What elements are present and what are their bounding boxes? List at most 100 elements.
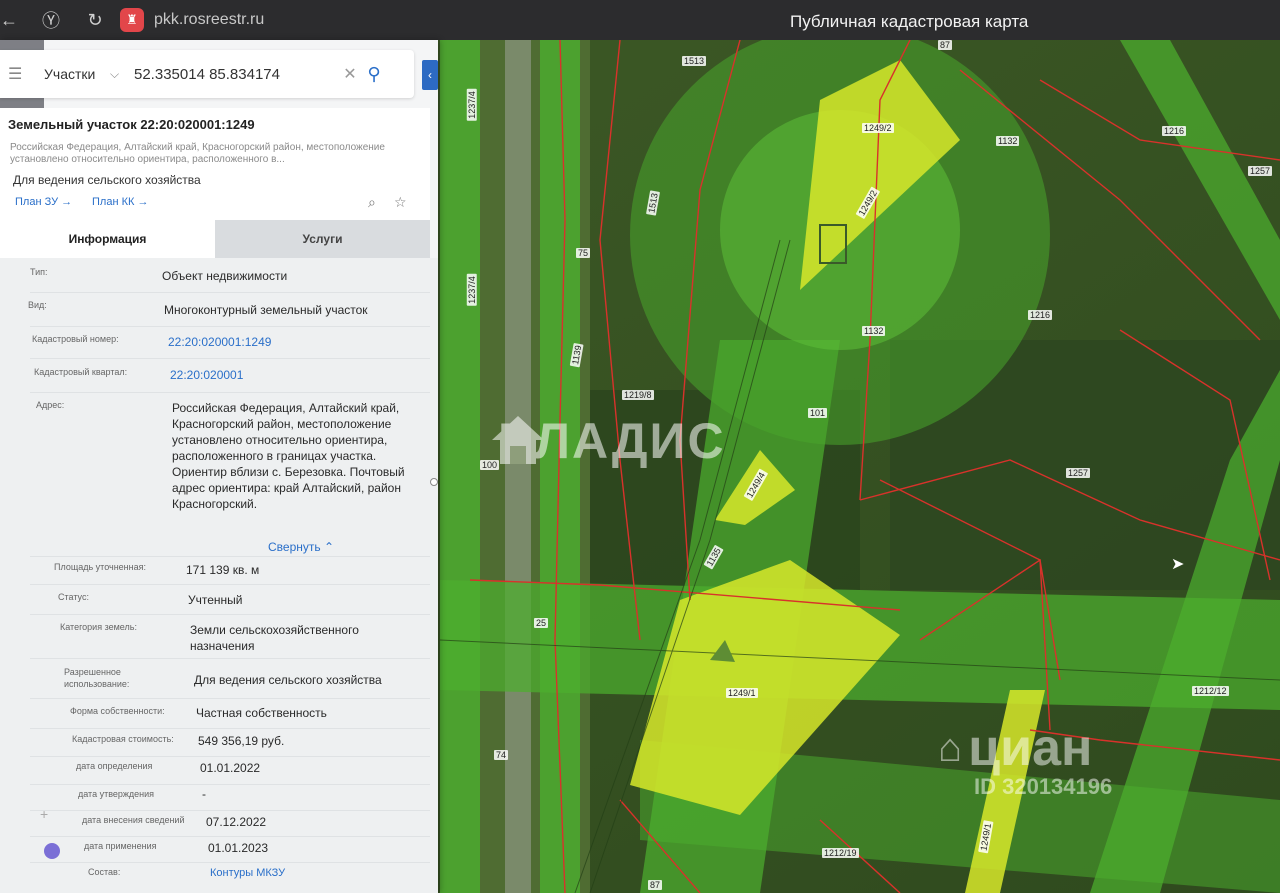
info-label: Площадь уточненная: bbox=[54, 562, 146, 572]
plus-icon[interactable]: + bbox=[40, 806, 48, 822]
info-label: дата внесения сведений bbox=[82, 815, 185, 825]
map-label: 1212/12 bbox=[1192, 686, 1229, 696]
arrow-left-icon[interactable]: ← bbox=[0, 5, 18, 35]
collapse-address-link[interactable]: Свернуть ⌃ bbox=[268, 540, 334, 554]
row-divider bbox=[30, 862, 430, 863]
row-divider bbox=[30, 358, 430, 359]
info-value: 01.01.2023 bbox=[208, 841, 269, 855]
search-type-select[interactable]: Участки bbox=[44, 66, 110, 82]
row-divider bbox=[30, 810, 430, 811]
info-label: Вид: bbox=[28, 300, 47, 310]
row-divider bbox=[30, 698, 430, 699]
info-label: Тип: bbox=[30, 267, 48, 277]
info-label: дата утверждения bbox=[78, 789, 155, 799]
parcel-corridor bbox=[440, 40, 480, 893]
row-divider bbox=[30, 292, 430, 293]
parcel-address-short: Российская Федерация, Алтайский край, Кр… bbox=[10, 142, 385, 165]
info-label: дата определения bbox=[76, 761, 153, 771]
search-bar: ☰ Участки ⌵ ✕ ⚲ bbox=[0, 50, 414, 98]
collapse-panel-button[interactable]: ‹ bbox=[422, 60, 438, 90]
menu-icon[interactable]: ☰ bbox=[8, 64, 26, 84]
reload-icon[interactable]: ↻ bbox=[80, 5, 110, 35]
info-value: Объект недвижимости bbox=[162, 269, 288, 283]
map-label: 1257 bbox=[1248, 166, 1273, 176]
row-divider bbox=[30, 584, 430, 585]
info-label: Кадастровый номер: bbox=[32, 334, 119, 344]
browser-toolbar: ← Ⓨ ↻ ♜ pkk.rosreestr.ru Публичная кадас… bbox=[0, 0, 1280, 40]
scroll-handle[interactable] bbox=[430, 478, 438, 486]
map-label: 1216 bbox=[1162, 126, 1187, 136]
map-label: 1513 bbox=[682, 56, 707, 66]
tab-info[interactable]: Информация bbox=[0, 220, 215, 258]
map-label: 75 bbox=[576, 248, 591, 258]
map-label: 1249/1 bbox=[726, 688, 758, 698]
map-label: 1132 bbox=[862, 326, 886, 336]
rosreestr-site-icon: ♜ bbox=[120, 8, 144, 32]
page-title: Публичная кадастровая карта bbox=[790, 12, 1029, 31]
map-label: 1249/2 bbox=[862, 123, 894, 133]
cian-logo-icon: ⌂ bbox=[938, 725, 963, 770]
cadastral-quarter-link[interactable]: 22:20:020001 bbox=[170, 367, 243, 383]
row-divider bbox=[30, 392, 430, 393]
map-label: 1237/4 bbox=[466, 89, 477, 121]
cian-watermark-id: ID 320134196 bbox=[974, 774, 1113, 799]
map-label: 1237/4 bbox=[466, 274, 477, 306]
map-label: 1132 bbox=[996, 136, 1020, 146]
info-label: Разрешенное использование: bbox=[64, 667, 130, 689]
row-divider bbox=[30, 784, 430, 785]
cian-watermark-text: циан bbox=[968, 719, 1093, 777]
search-icon[interactable]: ⚲ bbox=[361, 64, 387, 85]
address-bar-url[interactable]: pkk.rosreestr.ru bbox=[154, 11, 264, 29]
vladis-watermark: ВЛАДИС bbox=[488, 412, 726, 470]
plan-zu-link[interactable]: План ЗУ → bbox=[15, 196, 72, 208]
parcel-title: Земельный участок 22:20:020001:1249 bbox=[8, 117, 255, 132]
info-label: Категория земель: bbox=[60, 622, 137, 632]
chevron-down-icon[interactable]: ⌵ bbox=[110, 67, 130, 82]
info-label: Форма собственности: bbox=[70, 706, 165, 716]
info-value: Частная собственность bbox=[196, 706, 327, 720]
map-label: 1212/19 bbox=[822, 848, 859, 858]
tab-services[interactable]: Услуги bbox=[215, 220, 430, 258]
info-value: 549 356,19 руб. bbox=[198, 734, 285, 748]
row-divider bbox=[30, 614, 430, 615]
row-divider bbox=[30, 836, 430, 837]
info-label: Состав: bbox=[88, 867, 121, 877]
map-label: 1216 bbox=[1028, 310, 1053, 320]
search-input[interactable] bbox=[134, 65, 339, 83]
info-value: 07.12.2022 bbox=[206, 815, 267, 829]
map-label: 74 bbox=[494, 750, 509, 760]
cadastral-number-link[interactable]: 22:20:020001:1249 bbox=[168, 334, 271, 350]
info-value: Многоконтурный земельный участок bbox=[164, 303, 368, 317]
zoom-to-icon[interactable]: ⌕ bbox=[368, 194, 376, 211]
parcel-card-header: Земельный участок 22:20:020001:1249 Росс… bbox=[0, 108, 430, 220]
assistant-icon[interactable] bbox=[44, 843, 60, 859]
row-divider bbox=[30, 728, 430, 729]
map-label: 1219/8 bbox=[622, 390, 654, 400]
info-label: Кадастровая стоимость: bbox=[72, 734, 174, 744]
clear-icon[interactable]: ✕ bbox=[339, 64, 361, 84]
info-value: Для ведения сельского хозяйства bbox=[194, 673, 382, 687]
row-divider bbox=[30, 556, 430, 557]
info-value: 171 139 кв. м bbox=[186, 563, 260, 577]
row-divider bbox=[30, 756, 430, 757]
info-label: дата применения bbox=[84, 841, 157, 851]
mouse-cursor-icon: ➤ bbox=[1171, 556, 1185, 573]
info-value: - bbox=[202, 787, 206, 801]
map-label: 101 bbox=[808, 408, 828, 418]
map-label: 1257 bbox=[1066, 468, 1091, 478]
star-icon[interactable]: ☆ bbox=[394, 194, 407, 211]
plan-kk-link[interactable]: План КК → bbox=[92, 196, 148, 208]
panel-tabs: Информация Услуги bbox=[0, 220, 430, 258]
info-label: Статус: bbox=[58, 592, 89, 602]
contours-link[interactable]: Контуры МКЗУ bbox=[210, 865, 285, 881]
map-label: 87 bbox=[938, 40, 953, 50]
vladis-logo-icon bbox=[492, 416, 544, 464]
info-value: Учтенный bbox=[188, 593, 243, 607]
yandex-icon[interactable]: Ⓨ bbox=[36, 5, 66, 35]
row-divider bbox=[30, 658, 430, 659]
info-label: Адрес: bbox=[36, 400, 65, 410]
info-label: Кадастровый квартал: bbox=[34, 367, 128, 377]
map-label: 87 bbox=[648, 880, 663, 890]
address-value: Российская Федерация, Алтайский край, Кр… bbox=[172, 401, 405, 511]
cian-watermark: ⌂ циан ID 320134196 bbox=[938, 718, 1112, 800]
